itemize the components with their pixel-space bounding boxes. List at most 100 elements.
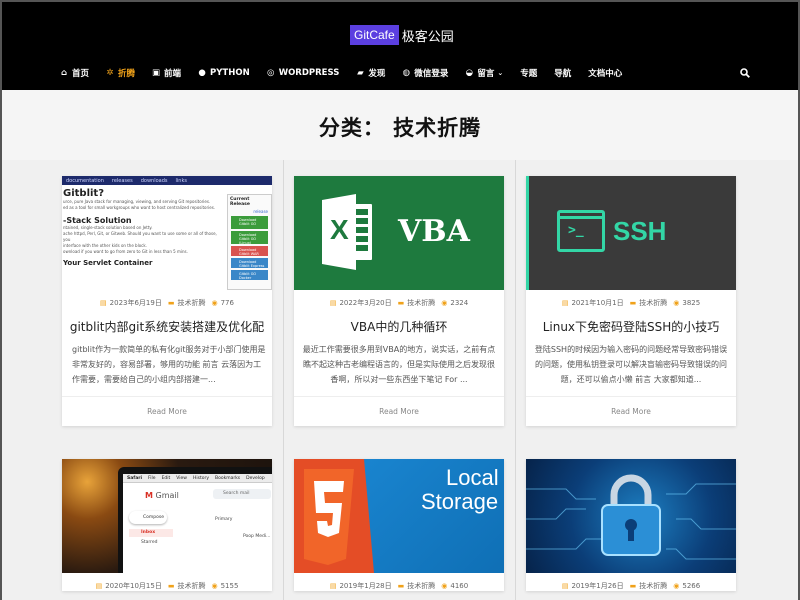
eye-icon: ◉ xyxy=(441,299,448,307)
thumb-title: VBA xyxy=(398,214,470,249)
thumb-heading: -Stack Solution xyxy=(63,216,132,225)
nav-item[interactable]: 导航 xyxy=(554,67,571,79)
nav-item[interactable]: 文档中心 xyxy=(588,67,622,79)
post-date-text: 2021年10月1日 xyxy=(571,299,624,307)
post-card[interactable]: >_ SSH ▤ 2021年10月1日 ▬ 技术折腾 ◉ 3825 Linux下免密码… xyxy=(526,176,736,426)
gears-icon: ✲ xyxy=(106,68,114,78)
nav-item-label: 专题 xyxy=(520,69,538,79)
eye-icon: ◉ xyxy=(441,582,448,590)
thumb-side-title: Current Release xyxy=(230,197,250,207)
post-category[interactable]: ▬ 技术折腾 xyxy=(168,298,206,308)
nav-item[interactable]: ▣ 前端 xyxy=(152,67,181,79)
nav-item[interactable]: ▰ 发现 xyxy=(356,67,385,79)
post-date: ▤ 2021年10月1日 xyxy=(562,298,624,308)
thumb-starred-item: Starred xyxy=(141,540,158,545)
thumb-title-line: Storage xyxy=(421,489,499,514)
post-card[interactable]: ▤ 2019年1月26日 ▬ 技术折腾 ◉ 5266 xyxy=(526,459,736,591)
thumb-nav-item: documentation xyxy=(66,177,104,184)
folder-icon: ▬ xyxy=(167,299,175,307)
read-more-link[interactable]: Read More xyxy=(526,396,736,426)
nav-item[interactable]: ◎ WORDPRESS xyxy=(266,68,339,78)
post-date-text: 2019年1月28日 xyxy=(339,582,392,590)
category-banner: 分类： 技术折腾 xyxy=(2,90,798,160)
post-card[interactable]: documentation releases downloads links G… xyxy=(62,176,272,426)
nav-item[interactable]: ⌂ 首页 xyxy=(60,67,89,79)
post-category[interactable]: ▬ 技术折腾 xyxy=(398,298,436,308)
post-views: ◉ 3825 xyxy=(673,299,700,307)
column-divider xyxy=(283,160,284,600)
chevron-down-icon: ⌄ xyxy=(497,69,504,77)
terminal-prompt: >_ xyxy=(568,223,584,238)
page-title: 分类： 技术折腾 xyxy=(318,116,482,140)
post-card[interactable]: Local Storage ▤ 2019年1月28日 ▬ 技术折腾 ◉ 4160 xyxy=(294,459,504,591)
nav-item[interactable]: ◒ 留言 ⌄ xyxy=(465,67,504,79)
gmail-logo: M Gmail xyxy=(145,491,179,500)
post-category[interactable]: ▬ 技术折腾 xyxy=(168,581,206,591)
post-date: ▤ 2023年6月19日 xyxy=(100,298,162,308)
post-category-text: 技术折腾 xyxy=(177,582,206,590)
post-title[interactable]: VBA中的几种循环 xyxy=(294,318,504,334)
thumb-side-sub: release xyxy=(253,209,268,214)
thumb-menu-item: View xyxy=(176,475,187,481)
read-more-link[interactable]: Read More xyxy=(294,396,504,426)
excel-letter: X xyxy=(330,214,349,245)
thumb-download-button: Download Gitblit GO (Linux) xyxy=(231,231,268,245)
post-category[interactable]: ▬ 技术折腾 xyxy=(630,581,668,591)
post-thumbnail[interactable]: Safari File Edit View History Bookmarks … xyxy=(62,459,272,573)
thumb-download-button: Gitblit GO Docker xyxy=(231,270,268,280)
thumb-title: SSH xyxy=(613,216,667,246)
thumb-menu-item: Develop xyxy=(246,475,265,481)
nav-item-label: 微信登录 xyxy=(414,69,449,79)
thumb-menu-item: Edit xyxy=(161,475,171,481)
post-thumbnail[interactable]: >_ SSH xyxy=(526,176,736,290)
nav-item[interactable]: ✲ 折腾 xyxy=(106,67,135,79)
post-meta: ▤ 2019年1月28日 ▬ 技术折腾 ◉ 4160 xyxy=(294,581,504,591)
post-thumbnail[interactable]: Local Storage xyxy=(294,459,504,573)
thumb-compose-button: Compose xyxy=(129,511,167,524)
post-title[interactable]: gitblit内部git系统安装搭建及优化配 xyxy=(62,318,272,334)
nav-item[interactable]: 专题 xyxy=(520,67,537,79)
post-views: ◉ 776 xyxy=(211,299,233,307)
post-views-text: 2324 xyxy=(450,299,469,307)
thumb-text: ache httpd, Perl, Git, or Gitweb. Should… xyxy=(63,231,217,242)
post-card[interactable]: Safari File Edit View History Bookmarks … xyxy=(62,459,272,591)
post-views: ◉ 5266 xyxy=(673,582,700,590)
post-views-text: 4160 xyxy=(450,582,469,590)
thumb-nav-bar: documentation releases downloads links xyxy=(62,176,272,185)
thumb-text: ed as a tool for small workgroups who wa… xyxy=(63,205,216,210)
post-category-text: 技术折腾 xyxy=(407,582,436,590)
thumb-menu-item: Bookmarks xyxy=(215,475,241,481)
post-date-text: 2023年6月19日 xyxy=(109,299,162,307)
column-divider xyxy=(515,160,516,600)
post-date: ▤ 2019年1月28日 xyxy=(330,581,392,591)
nav-item[interactable]: ● PYTHON xyxy=(198,68,249,78)
post-thumbnail[interactable] xyxy=(526,459,736,573)
read-more-link[interactable]: Read More xyxy=(62,396,272,426)
thumb-primary-tab: Primary xyxy=(215,517,233,522)
eye-icon: ◉ xyxy=(211,582,218,590)
post-thumbnail[interactable]: documentation releases downloads links G… xyxy=(62,176,272,290)
calendar-icon: ▤ xyxy=(329,582,337,590)
thumb-download-button: Download Gitblit GO xyxy=(231,216,268,229)
post-excerpt: gitblit作为一款简单的私有化git服务对于小部门使用是非常友好的，容易部署… xyxy=(72,345,266,384)
thumb-menu-item: File xyxy=(148,475,156,481)
thumb-nav-item: links xyxy=(175,177,187,184)
post-thumbnail[interactable]: X VBA xyxy=(294,176,504,290)
post-views: ◉ 4160 xyxy=(441,582,468,590)
post-card[interactable]: X VBA ▤ 2022年3月20日 ▬ 技术折腾 ◉ 2324 VBA中的几种循环 … xyxy=(294,176,504,426)
post-category[interactable]: ▬ 技术折腾 xyxy=(398,581,436,591)
wordpress-icon: ◎ xyxy=(266,68,275,78)
post-category[interactable]: ▬ 技术折腾 xyxy=(630,298,668,308)
thumb-sidebar: Current Release release Download Gitblit… xyxy=(227,194,272,290)
post-title[interactable]: Linux下免密码登陆SSH的小技巧 xyxy=(526,318,736,334)
post-meta: ▤ 2021年10月1日 ▬ 技术折腾 ◉ 3825 xyxy=(526,298,736,308)
search-icon[interactable] xyxy=(740,68,750,78)
nav-item-label: 文档中心 xyxy=(588,69,623,79)
nav-item-label: 发现 xyxy=(368,69,386,79)
nav-item[interactable]: ◍ 微信登录 xyxy=(402,67,449,79)
post-excerpt: 最近工作需要很多用到VBA的地方，说实话，之前有点瞧不起这种古老编程语言的，但是… xyxy=(302,345,496,384)
folder-icon: ▬ xyxy=(167,582,175,590)
site-logo[interactable]: GitCafe 极客公园 xyxy=(350,24,454,46)
home-icon: ⌂ xyxy=(60,68,68,78)
calendar-icon: ▤ xyxy=(95,582,103,590)
